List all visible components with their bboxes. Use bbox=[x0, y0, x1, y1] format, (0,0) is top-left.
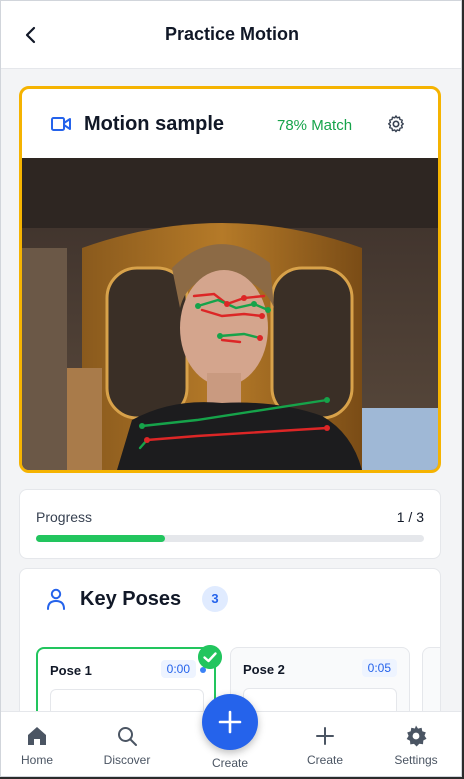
gear-icon[interactable] bbox=[386, 114, 406, 134]
progress-card: Progress 1 / 3 bbox=[19, 489, 441, 559]
fab-label: Create bbox=[211, 756, 249, 770]
key-poses-title: Key Poses bbox=[80, 588, 182, 610]
top-bar: Practice Motion bbox=[1, 1, 461, 69]
video-camera-icon bbox=[51, 117, 71, 131]
nav-label: Discover bbox=[103, 753, 151, 767]
plus-icon bbox=[218, 710, 242, 734]
gear-icon bbox=[406, 725, 427, 747]
motion-sample-header: Motion sample 78% Match bbox=[22, 89, 438, 159]
person-icon bbox=[47, 588, 65, 610]
nav-discover[interactable]: Discover bbox=[81, 712, 173, 776]
key-poses-count-badge: 3 bbox=[202, 586, 228, 612]
nav-home[interactable]: Home bbox=[1, 712, 83, 776]
app-frame: Practice Motion Motion sample 78% Match bbox=[0, 0, 462, 777]
progress-label: Progress bbox=[36, 509, 93, 525]
pose-timestamp: 0:05 bbox=[361, 659, 397, 677]
plus-icon bbox=[316, 727, 334, 745]
pose-name: Pose 2 bbox=[243, 662, 285, 677]
nav-label: Home bbox=[20, 753, 53, 767]
motion-sample-title: Motion sample bbox=[84, 113, 225, 135]
check-icon bbox=[198, 645, 222, 669]
camera-feed-with-pose-overlay bbox=[22, 158, 438, 470]
progress-bar bbox=[36, 535, 424, 542]
nav-label: Settings bbox=[394, 753, 438, 767]
nav-settings[interactable]: Settings bbox=[370, 712, 461, 776]
nav-label: Create bbox=[306, 753, 344, 767]
home-icon bbox=[28, 727, 46, 745]
progress-bar-fill bbox=[36, 535, 166, 542]
match-percentage: 78% Match bbox=[277, 117, 353, 134]
motion-sample-card: Motion sample 78% Match bbox=[19, 86, 441, 473]
pose-timestamp: 0:00 bbox=[160, 660, 196, 678]
page-title: Practice Motion bbox=[164, 24, 300, 44]
pose-name: Pose 1 bbox=[50, 663, 92, 678]
nav-create[interactable]: Create bbox=[279, 712, 371, 776]
search-icon bbox=[118, 727, 137, 746]
progress-count: 1 / 3 bbox=[396, 509, 424, 525]
create-fab-button[interactable] bbox=[202, 694, 258, 750]
